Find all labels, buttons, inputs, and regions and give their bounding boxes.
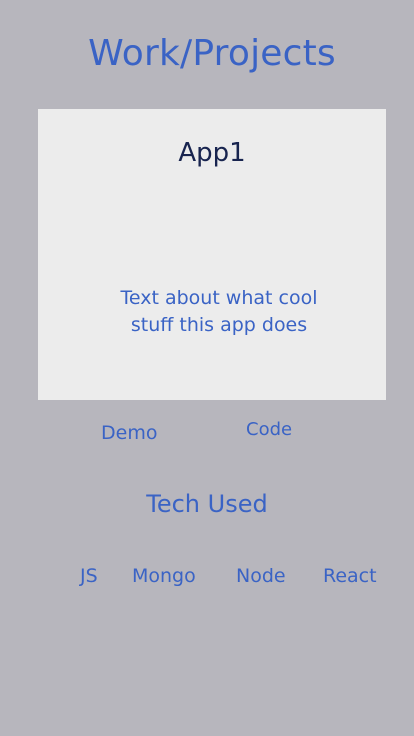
tech-item-node: Node — [236, 565, 286, 587]
project-card: App1 Text about what cool stuff this app… — [38, 109, 386, 400]
code-link[interactable]: Code — [246, 419, 292, 440]
demo-link[interactable]: Demo — [101, 422, 157, 444]
tech-used-heading: Tech Used — [146, 490, 268, 518]
page-title: Work/Projects — [88, 33, 336, 74]
project-description: Text about what cool stuff this app does — [120, 287, 318, 336]
tech-item-js: JS — [80, 565, 98, 587]
tech-item-react: React — [323, 565, 377, 587]
project-title: App1 — [178, 138, 246, 168]
tech-item-mongo: Mongo — [132, 565, 196, 587]
